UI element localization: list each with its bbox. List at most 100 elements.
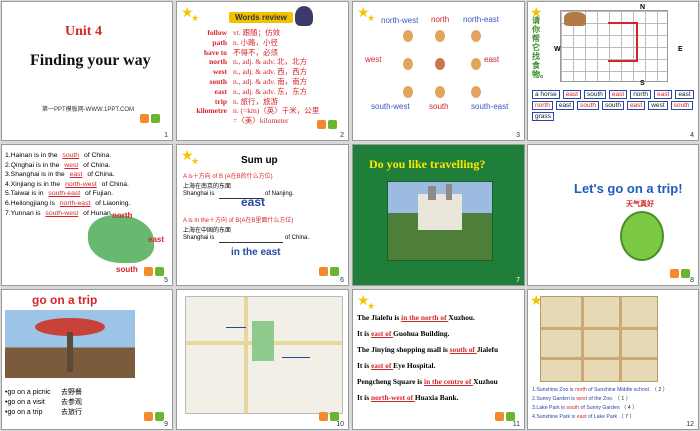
slide-thumbnail-12[interactable]: ★ 1.Sunshine Zoo is north of Sunshine Mi…	[527, 289, 699, 430]
slide-thumbnail-5[interactable]: 1.Hainan is in the south of China. 2.Qing…	[1, 144, 173, 286]
answer-end: Guohua Building.	[393, 329, 450, 338]
word-meaning: vt. 跟随；仿效	[233, 28, 281, 37]
answer-fill: in the north of	[401, 313, 449, 322]
tf-text3: Sunshine Middle school.	[594, 387, 652, 393]
slide-title: Let's go on a trip!	[574, 181, 683, 196]
answer-start: The Jialefu is	[357, 313, 402, 322]
answer-start: The Jinying shopping mall is	[357, 345, 450, 354]
word-meaning: n. (=km)〈英〉千米，公里	[233, 106, 320, 116]
sentence-end: of Liaoning.	[93, 199, 131, 207]
slide-number: 4	[690, 132, 694, 139]
child-icon	[403, 30, 413, 42]
footer-text: 第一PPT模板网-WWW.1PPT.COM	[42, 107, 134, 113]
child-icon	[435, 58, 445, 70]
sentence-start: 7.Yunnan is	[5, 209, 43, 217]
word-row: west n., adj. & adv. 西，西方	[183, 67, 348, 77]
answer-end: Xuzhou.	[448, 313, 475, 322]
sentence-start: 4.Xinjiang is in the	[5, 180, 63, 188]
tf-row: 1.Sunshine Zoo is north of Sunshine Midd…	[532, 386, 698, 395]
slide-thumbnail-7[interactable]: Do you like travelling? 7	[352, 144, 525, 286]
example-1-cn: 上海在南京的东面	[183, 184, 232, 190]
phrase-en: •go on a visit	[5, 399, 45, 406]
word-chip: south	[602, 101, 624, 110]
logo-icon	[506, 412, 515, 421]
star-icon: ★	[191, 13, 200, 23]
tf-row: 2.Sunny Garden is west of the Zoo. （ 1 ）	[532, 395, 698, 404]
tf-fill: north	[574, 387, 589, 393]
side-caption: 请你帮它找食物。	[532, 16, 548, 79]
phrase-en: •go on a picnic	[5, 389, 51, 396]
logo-icon	[317, 120, 326, 129]
sum-up-title: Sum up	[241, 155, 278, 166]
sentence-start: 6.Heilongjiang is	[5, 199, 57, 207]
slide-thumbnail-3[interactable]: ★ ★ north-west north north-east west eas…	[352, 1, 525, 141]
logo-icon	[140, 114, 149, 123]
child-icon	[435, 86, 445, 98]
child-icon	[471, 58, 481, 70]
slide-thumbnail-9[interactable]: go on a trip •go on a picnic 去野餐 •go on a …	[1, 289, 173, 430]
word-term: follow	[207, 28, 227, 37]
word-term: east	[214, 86, 228, 96]
cartoon-icon	[295, 6, 313, 26]
tf-fill: south	[566, 405, 581, 411]
word-chip: east	[626, 101, 646, 110]
slide-thumbnail-11[interactable]: ★ ★ The Jialefu is in the north of Xuzho…	[352, 289, 525, 430]
phrase-cn: 去野餐	[61, 389, 82, 396]
word-meaning: n. 小路，小径	[233, 37, 278, 47]
answer-row: It is north-west of Huaxia Bank.	[357, 390, 524, 406]
sentence-answer: west	[64, 161, 79, 169]
word-chip: east	[608, 90, 628, 99]
answer-start: It is	[357, 329, 371, 338]
word-chip: east	[675, 90, 694, 99]
tf-fill: east	[576, 414, 588, 420]
city-map	[185, 296, 343, 414]
answer-start: It is	[357, 393, 371, 402]
child-icon	[403, 58, 413, 70]
sentence-end: of Fujian.	[83, 190, 114, 198]
answer-row: The Jinying shopping mall is south of Ji…	[357, 342, 524, 358]
compass-s: S	[640, 80, 645, 87]
word-row: have to 不得不，必须	[183, 48, 348, 58]
slide-thumbnail-10[interactable]: 10	[176, 289, 349, 430]
direction-label: east	[484, 55, 500, 64]
logo-icon	[681, 269, 690, 278]
logo-icon	[670, 269, 679, 278]
sentence-answer: south-east	[48, 190, 81, 198]
logo-icon	[155, 412, 164, 421]
word-row: trip n. 旅行，旅游	[183, 97, 348, 107]
tf-answer: （ 7 ）	[618, 414, 635, 420]
slide-number: 9	[164, 421, 168, 428]
slide-thumbnail-8[interactable]: Let's go on a trip! 天气真好 8	[527, 144, 699, 286]
tf-answer: （ 2 ）	[651, 387, 668, 393]
word-row: kilometre n. (=km)〈英〉千米，公里	[183, 106, 348, 116]
word-chain: a horse east south east north east east north ea…	[532, 90, 698, 121]
word-term: have to	[203, 47, 227, 57]
sentence-row: 7.Yunnan is south-west of Hunan.	[5, 209, 172, 219]
direction-label: south	[429, 102, 449, 111]
word-row: east n., adj. & adv. 东，东方	[183, 87, 348, 97]
slide-title: go on a trip	[32, 293, 98, 307]
sentence-row: 4.Xinjiang is in the north-west of China…	[5, 180, 172, 190]
child-icon	[471, 30, 481, 42]
castle-photo	[387, 181, 493, 261]
word-row: path n. 小路，小径	[183, 38, 348, 48]
example-1: Shanghai is	[183, 191, 215, 197]
slide-thumbnail-1[interactable]: Unit 4 Finding your way 第一PPT模板网-WWW.1PP…	[1, 1, 173, 141]
tf-row: 4.Sunshine Park is east of Lake Park （ 7…	[532, 413, 698, 422]
word-term: north	[209, 57, 227, 67]
direction-label: north	[431, 15, 450, 24]
sentence-row: 6.Heilongjiang is north-east of Liaoning…	[5, 199, 172, 209]
slide-thumbnail-2[interactable]: ★ ★ Words review follow vt. 跟随；仿效 path n. 小…	[176, 1, 349, 141]
word-term	[183, 116, 233, 126]
slide-number: 7	[516, 277, 520, 284]
phrase-row: •go on a trip 去旅行	[5, 408, 145, 418]
true-false-list: 1.Sunshine Zoo is north of Sunshine Midd…	[532, 386, 698, 422]
slide-thumbnail-6[interactable]: ★ ★ Sum up A is＋方向 of B (A在B的什么方位) 上海在南京…	[176, 144, 349, 286]
word-chip: west	[648, 101, 668, 110]
phrase-cn: 去参观	[61, 399, 82, 406]
slide-thumbnail-4[interactable]: ★ 请你帮它找食物。 N W E S a horse east south east n…	[527, 1, 699, 141]
sentence-answer: south-west	[45, 209, 79, 217]
word-chip: grass	[532, 112, 554, 121]
words-review-header: Words review	[229, 12, 293, 23]
direction-label: south-east	[471, 102, 509, 111]
